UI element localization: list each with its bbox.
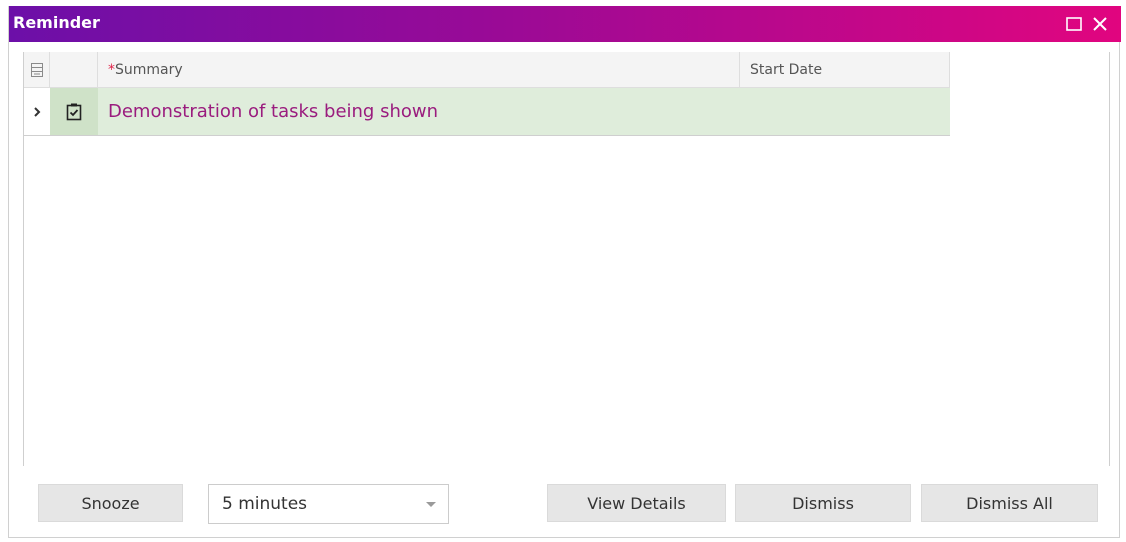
title-bar[interactable]: Reminder — [9, 6, 1121, 42]
table-row[interactable]: Demonstration of tasks being shown — [24, 88, 950, 136]
column-header-type[interactable] — [50, 52, 98, 87]
maximize-icon[interactable] — [1063, 13, 1085, 35]
view-details-button[interactable]: View Details — [547, 484, 726, 522]
snooze-interval-dropdown[interactable]: 5 minutes — [208, 484, 449, 524]
dropdown-arrow-icon[interactable] — [426, 502, 436, 507]
column-header-start-date[interactable]: Start Date — [740, 52, 950, 87]
column-chooser-icon[interactable] — [24, 52, 50, 87]
snooze-button[interactable]: Snooze — [38, 484, 183, 522]
task-checkbox-icon — [50, 88, 98, 135]
expand-row-chevron-icon[interactable] — [24, 88, 50, 135]
required-marker: * — [108, 61, 115, 78]
snooze-interval-value: 5 minutes — [222, 494, 308, 514]
row-summary[interactable]: Demonstration of tasks being shown — [98, 88, 950, 135]
grid-header: * Summary Start Date — [24, 52, 950, 88]
grid-border-right — [1109, 52, 1110, 466]
reminder-window: Reminder * Summary Start Date Demonstrat… — [8, 6, 1121, 538]
reminder-grid: * Summary Start Date Demonstration of tas… — [23, 52, 950, 466]
column-header-summary[interactable]: * Summary — [98, 52, 740, 87]
column-header-summary-label: Summary — [115, 61, 183, 78]
dismiss-all-button[interactable]: Dismiss All — [921, 484, 1098, 522]
dismiss-button[interactable]: Dismiss — [735, 484, 911, 522]
window-title: Reminder — [13, 13, 100, 32]
column-header-start-date-label: Start Date — [750, 61, 823, 78]
close-icon[interactable] — [1089, 13, 1111, 35]
